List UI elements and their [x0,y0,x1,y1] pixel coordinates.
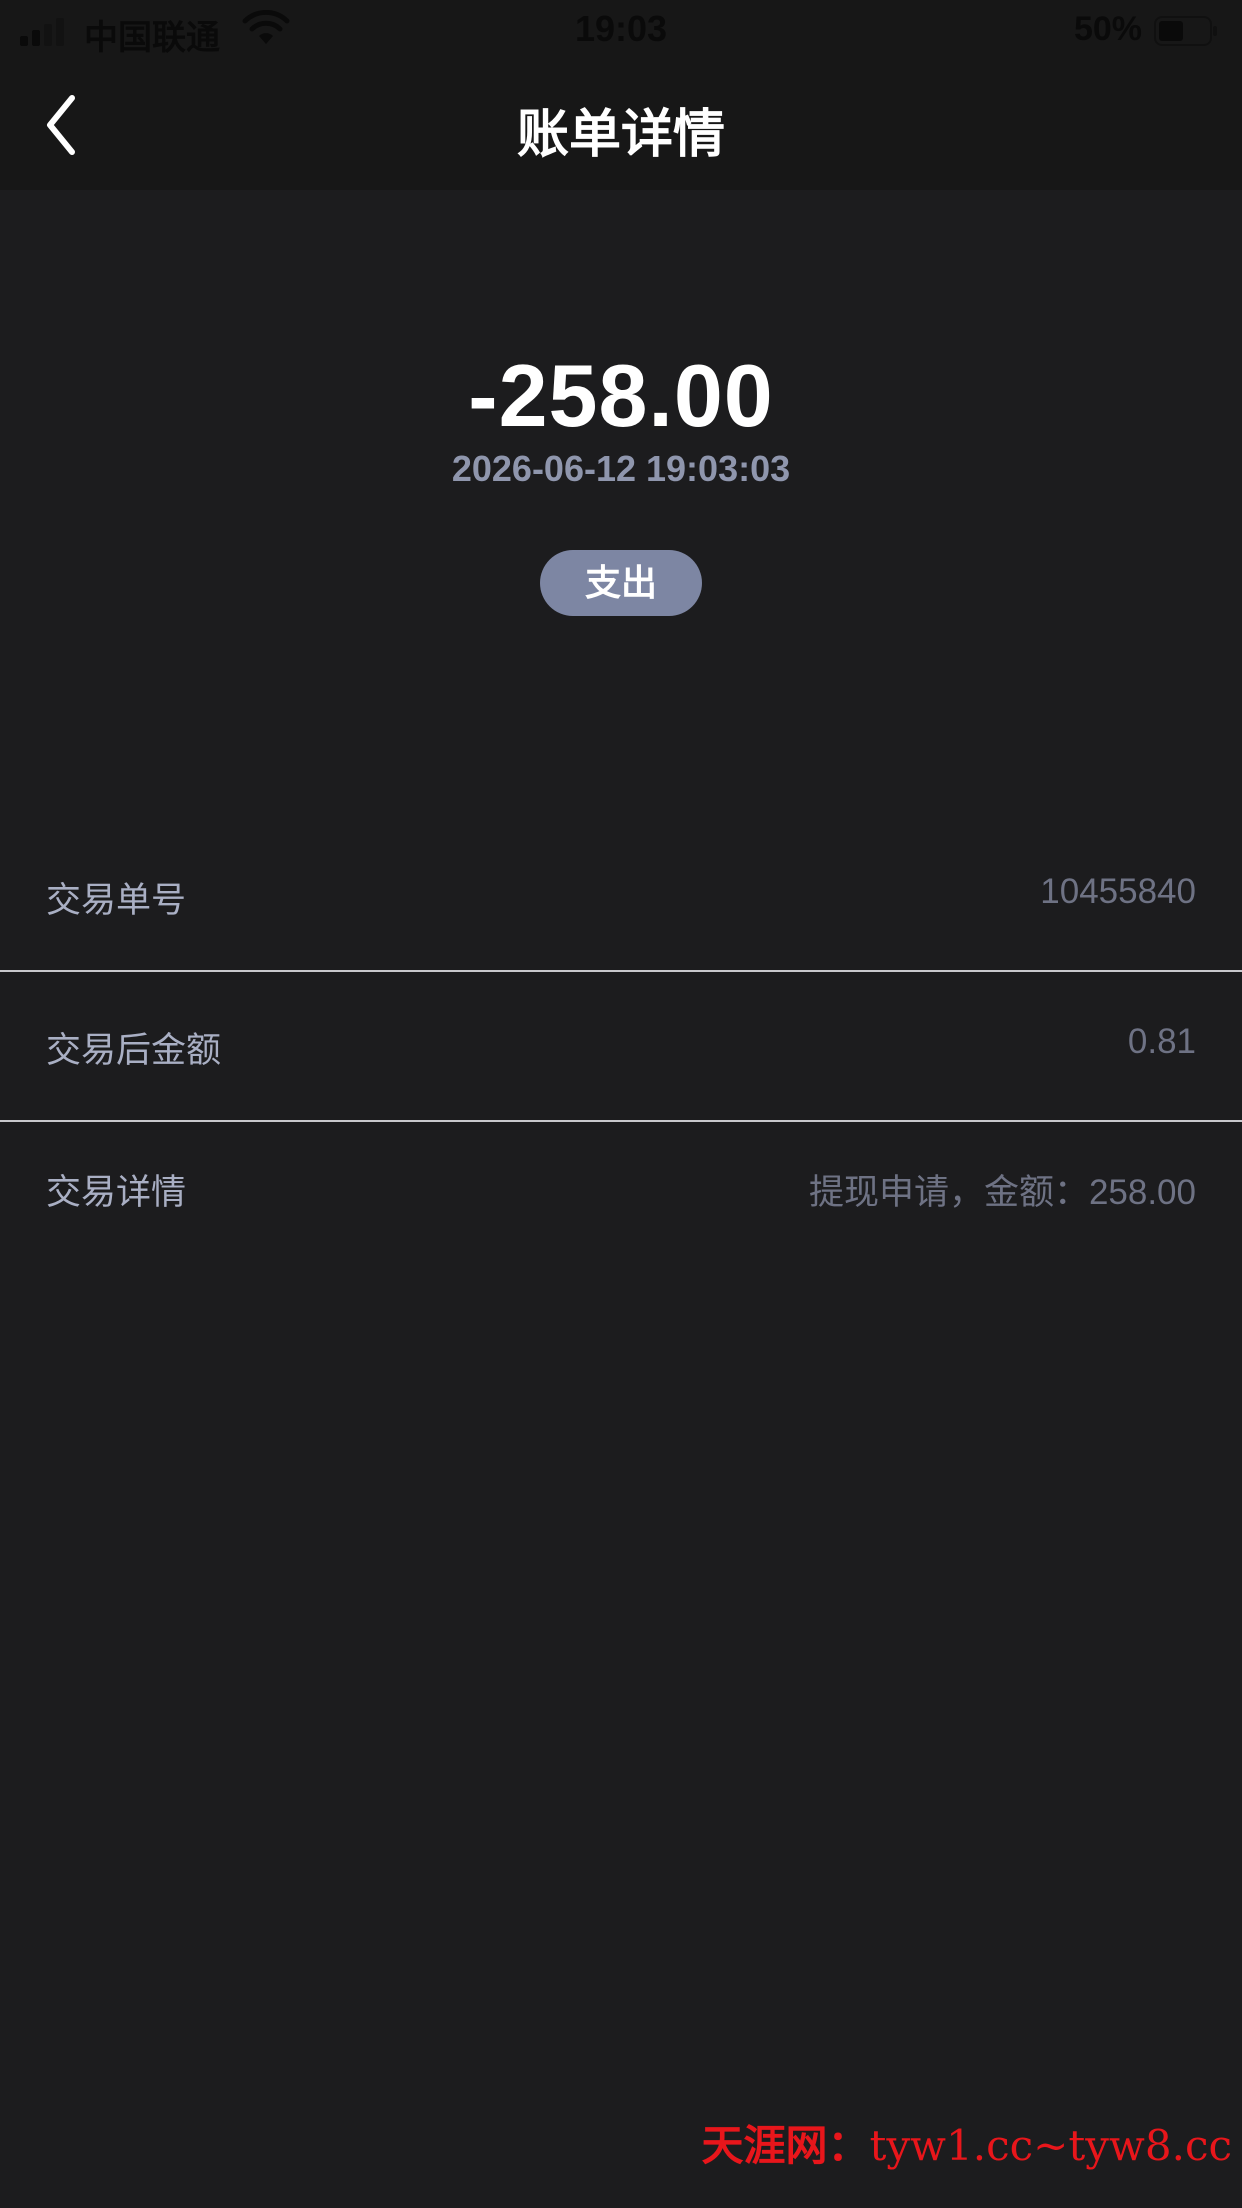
detail-row-balance-after: 交易后金额 0.81 [0,972,1242,1122]
status-bar: 中国联通 19:03 50% [0,0,1242,62]
watermark: 天涯网：tyw1.cc~tyw8.cc [701,2112,1232,2173]
battery-icon [1154,16,1217,46]
balance-after-value: 0.81 [1127,1022,1196,1061]
header: 中国联通 19:03 50% 账单详情 [0,0,1242,190]
detail-row-transaction-detail: 交易详情 提现申请，金额：258.00 [0,1114,1242,1264]
transaction-amount: -258.00 [468,346,774,445]
transaction-datetime: 2026-06-12 19:03:03 [451,448,791,489]
transaction-type-badge: 支出 [540,550,702,616]
detail-row-order-number: 交易单号 10455840 [0,822,1242,972]
watermark-urls: tyw1.cc~tyw8.cc [869,2121,1232,2170]
transaction-detail-value: 提现申请，金额：258.00 [808,1173,1196,1212]
navigation-bar: 账单详情 [0,62,1242,190]
watermark-name: 天涯网： [701,2121,870,2170]
bill-detail-page: 中国联通 19:03 50% 账单详情 -258.00 2026-06-12 1… [0,0,1242,2208]
transaction-detail-label: 交易详情 [46,1173,187,1212]
balance-after-label: 交易后金额 [46,1031,222,1070]
battery-percent: 50% [1073,10,1142,48]
status-time: 19:03 [574,8,668,49]
page-title: 账单详情 [516,106,725,164]
order-number-label: 交易单号 [46,881,187,920]
order-number-value: 10455840 [1040,872,1196,911]
